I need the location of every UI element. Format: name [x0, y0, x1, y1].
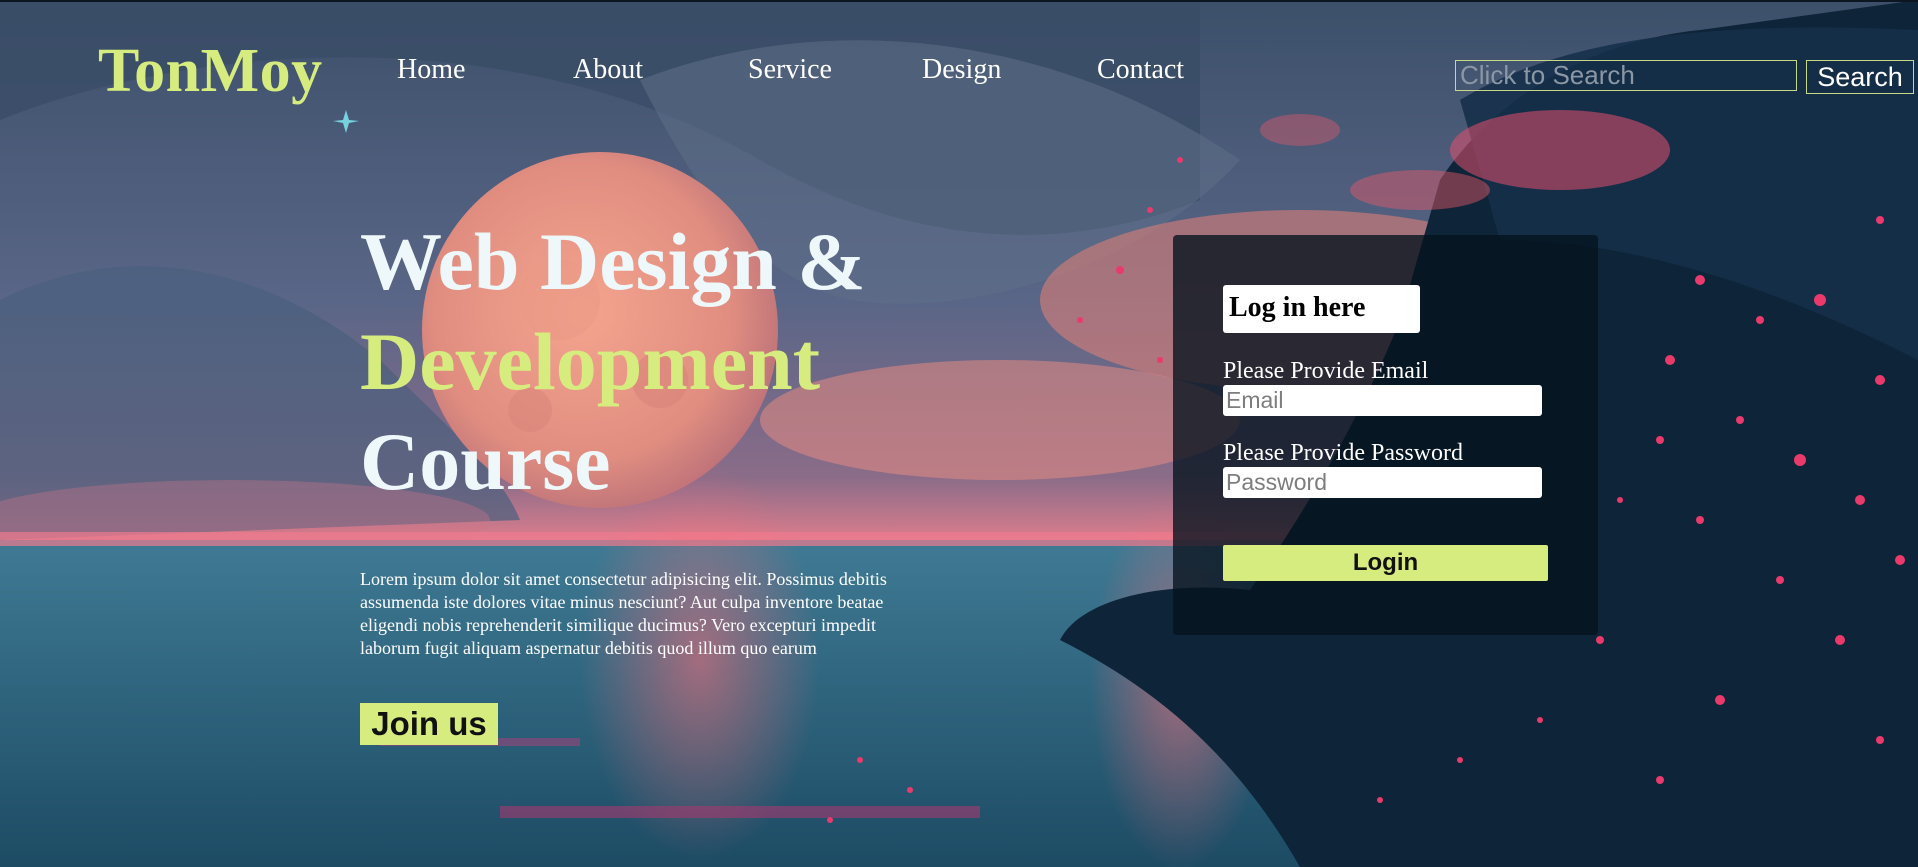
- hero-heading: Web Design & Development Course: [360, 212, 866, 512]
- nav-link-about[interactable]: About: [573, 56, 643, 84]
- password-label: Please Provide Password: [1223, 440, 1463, 466]
- login-panel: Log in here Please Provide Email Please …: [1173, 235, 1598, 635]
- login-button[interactable]: Login: [1223, 545, 1548, 581]
- site-logo[interactable]: TonMoy: [98, 40, 323, 102]
- login-title: Log in here: [1223, 285, 1420, 333]
- nav-link-design[interactable]: Design: [922, 56, 1001, 84]
- hero-heading-line-3: Course: [360, 416, 611, 507]
- top-border: [0, 0, 1918, 2]
- hero-heading-line-1: Web Design &: [360, 216, 866, 307]
- password-field[interactable]: [1223, 467, 1542, 498]
- nav-link-home[interactable]: Home: [397, 56, 465, 84]
- email-label: Please Provide Email: [1223, 358, 1429, 384]
- email-field[interactable]: [1223, 385, 1542, 416]
- join-us-button[interactable]: Join us: [360, 703, 498, 745]
- nav-link-contact[interactable]: Contact: [1097, 56, 1184, 84]
- background-landscape-image: [0, 0, 1918, 867]
- hero-description: Lorem ipsum dolor sit amet consectetur a…: [360, 569, 887, 658]
- nav-link-service[interactable]: Service: [748, 56, 832, 84]
- hero-heading-line-2: Development: [360, 316, 821, 407]
- search-input[interactable]: [1455, 60, 1797, 91]
- search-button[interactable]: Search: [1806, 60, 1914, 94]
